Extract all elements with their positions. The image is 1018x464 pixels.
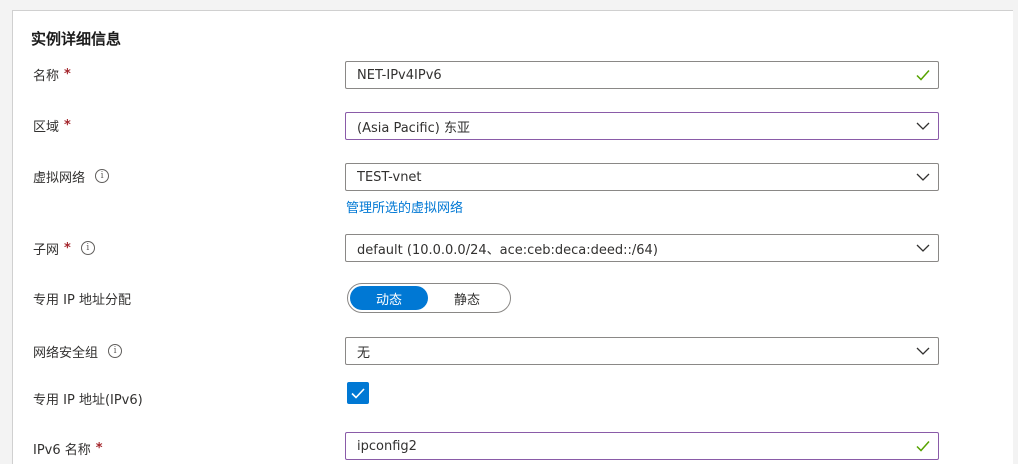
region-dropdown[interactable]: (Asia Pacific) 东亚 (345, 112, 939, 140)
info-icon[interactable]: i (108, 344, 123, 358)
ipv6-name-input[interactable]: ipconfig2 (345, 432, 939, 460)
vnet-dropdown[interactable]: TEST-vnet (345, 163, 939, 191)
vnet-label-row: 虚拟网络 i (33, 166, 110, 186)
ip-assignment-static-option[interactable]: 静态 (428, 286, 506, 310)
info-icon[interactable]: i (95, 169, 110, 183)
info-icon[interactable]: i (80, 241, 95, 255)
valid-check-icon (908, 69, 938, 81)
region-label-row: 区域 * (33, 115, 71, 135)
subnet-label-row: 子网 * i (33, 238, 95, 258)
ip-assignment-label: 专用 IP 地址分配 (33, 292, 131, 308)
subnet-dropdown[interactable]: default (10.0.0.0/24、ace:ceb:deca:deed::… (345, 234, 939, 262)
private-ipv6-checkbox[interactable] (347, 382, 369, 404)
ip-assignment-dynamic-option[interactable]: 动态 (350, 286, 428, 310)
private-ipv6-label: 专用 IP 地址(IPv6) (33, 392, 143, 408)
chevron-down-icon (908, 173, 938, 181)
section-title: 实例详细信息 (31, 30, 122, 48)
subnet-label: 子网 (33, 242, 60, 258)
ip-assignment-label-row: 专用 IP 地址分配 (33, 288, 131, 308)
ip-assignment-toggle[interactable]: 动态 静态 (347, 283, 511, 313)
chevron-down-icon (908, 122, 938, 130)
chevron-down-icon (908, 347, 938, 355)
region-dropdown-value: (Asia Pacific) 东亚 (357, 120, 470, 136)
nsg-label: 网络安全组 (33, 345, 99, 361)
region-label: 区域 (33, 119, 60, 135)
required-marker: * (64, 117, 71, 133)
nsg-dropdown[interactable]: 无 (345, 337, 939, 365)
ipv6-name-label: IPv6 名称 (33, 442, 91, 458)
nsg-dropdown-value: 无 (357, 345, 371, 361)
name-input-value: NET-IPv4IPv6 (357, 67, 442, 83)
nsg-label-row: 网络安全组 i (33, 341, 123, 361)
required-marker: * (64, 66, 71, 82)
private-ipv6-label-row: 专用 IP 地址(IPv6) (33, 388, 143, 408)
ipv6-name-label-row: IPv6 名称 * (33, 438, 103, 458)
valid-check-icon (908, 440, 938, 452)
required-marker: * (95, 440, 103, 456)
name-input[interactable]: NET-IPv4IPv6 (345, 61, 939, 89)
chevron-down-icon (908, 244, 938, 252)
vnet-label: 虚拟网络 (33, 170, 86, 186)
required-marker: * (64, 240, 71, 256)
name-label-row: 名称 * (33, 64, 71, 84)
vnet-dropdown-value: TEST-vnet (357, 169, 422, 185)
checkmark-icon (351, 387, 365, 399)
instance-details-panel: 实例详细信息 名称 * NET-IPv4IPv6 区域 * (Asia Paci… (12, 10, 1013, 464)
subnet-dropdown-value: default (10.0.0.0/24、ace:ceb:deca:deed::… (357, 242, 658, 258)
ipv6-name-input-value: ipconfig2 (357, 438, 417, 454)
manage-vnet-link[interactable]: 管理所选的虚拟网络 (346, 197, 463, 216)
name-label: 名称 (33, 68, 60, 84)
